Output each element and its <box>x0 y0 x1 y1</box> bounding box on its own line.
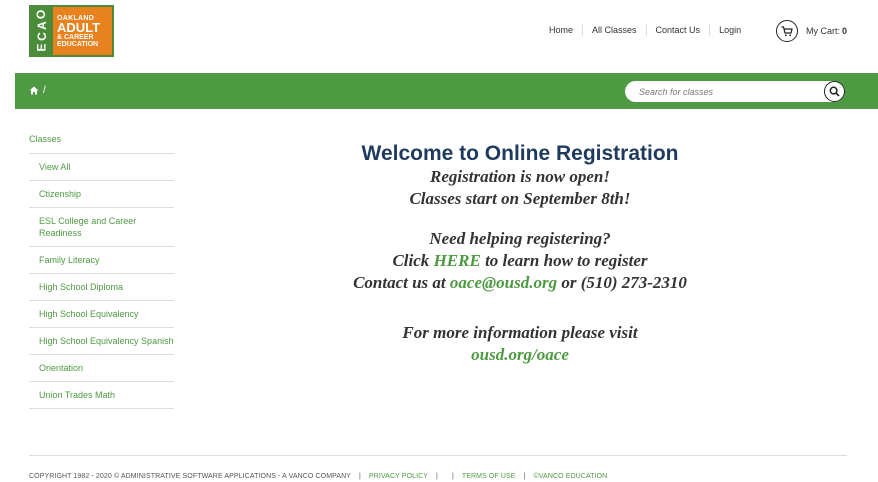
click-pre: Click <box>392 251 434 270</box>
breadcrumb-separator: / <box>43 85 46 96</box>
privacy-policy-link[interactable]: PRIVACY POLICY <box>369 473 428 480</box>
contact-line: Contact us at oace@ousd.org or (510) 273… <box>300 272 740 294</box>
footer-separator: | <box>436 473 438 480</box>
logo-text: OAKLAND ADULT & CAREER EDUCATION <box>53 7 112 55</box>
search-icon <box>829 86 840 97</box>
logo-letter: E <box>34 43 49 52</box>
cart-count: 0 <box>842 26 848 36</box>
footer-divider <box>29 455 847 456</box>
footer-separator: | <box>359 473 361 480</box>
contact-pre: Contact us at <box>353 273 450 292</box>
oace-logo[interactable]: O A C E OAKLAND ADULT & CAREER EDUCATION <box>29 5 114 57</box>
sidebar-item-view-all[interactable]: View All <box>29 154 174 181</box>
nav-all-classes-link[interactable]: All Classes <box>583 24 647 36</box>
header: O A C E OAKLAND ADULT & CAREER EDUCATION… <box>0 0 878 73</box>
copyright-text: COPYRIGHT 1982 - 2020 © ADMINISTRATIVE S… <box>29 473 351 480</box>
ousd-link[interactable]: ousd.org/oace <box>471 345 569 364</box>
sidebar-item-hs-equivalency[interactable]: High School Equivalency <box>29 301 174 328</box>
home-icon[interactable] <box>29 86 39 95</box>
nav-contact-link[interactable]: Contact Us <box>647 24 711 36</box>
top-nav: Home All Classes Contact Us Login <box>549 24 750 36</box>
sidebar-heading[interactable]: Classes <box>29 134 174 154</box>
nav-login-link[interactable]: Login <box>710 24 750 36</box>
here-link[interactable]: HERE <box>434 251 481 270</box>
sidebar-item-esl[interactable]: ESL College and Career Readiness <box>29 208 174 247</box>
main-content: Welcome to Online Registration Registrat… <box>300 142 740 366</box>
help-text: Need helping registering? <box>429 229 611 248</box>
click-post: to learn how to register <box>480 251 648 270</box>
logo-letter: A <box>34 21 49 30</box>
logo-letter: C <box>34 32 49 41</box>
registration-open-text: Registration is now open! <box>430 167 610 186</box>
click-here-line: Click HERE to learn how to register <box>300 250 740 272</box>
logo-letter: O <box>34 9 49 20</box>
cart-button[interactable]: My Cart: 0 <box>776 20 847 42</box>
logo-letters: O A C E <box>31 7 53 55</box>
more-info-text: For more information please visit <box>402 323 638 342</box>
logo-line4: EDUCATION <box>57 40 99 48</box>
logo-line3: & CAREER <box>57 33 94 41</box>
logo-line2: ADULT <box>57 19 101 35</box>
cart-label: My Cart: <box>806 26 841 36</box>
search-box <box>625 81 845 102</box>
sidebar-item-family-literacy[interactable]: Family Literacy <box>29 247 174 274</box>
contact-post: or (510) 273-2310 <box>557 273 687 292</box>
breadcrumb: / <box>29 85 46 96</box>
green-toolbar: / <box>15 73 878 109</box>
sidebar-item-citizenship[interactable]: Ctizenship <box>29 181 174 208</box>
email-link[interactable]: oace@ousd.org <box>450 273 557 292</box>
sidebar-item-union-trades-math[interactable]: Union Trades Math <box>29 382 174 409</box>
terms-of-use-link[interactable]: TERMS OF USE <box>462 473 516 480</box>
vanco-education-link[interactable]: ©VANCO EDUCATION <box>534 473 608 480</box>
sidebar-item-hs-equivalency-spanish[interactable]: High School Equivalency Spanish <box>29 328 174 355</box>
search-input[interactable] <box>625 86 805 97</box>
cart-icon[interactable] <box>776 20 798 42</box>
footer: COPYRIGHT 1982 - 2020 © ADMINISTRATIVE S… <box>29 473 607 480</box>
nav-home-link[interactable]: Home <box>549 24 584 36</box>
classes-start-text: Classes start on September 8th! <box>409 189 631 208</box>
classes-sidebar: Classes View All Ctizenship ESL College … <box>29 134 174 409</box>
search-button[interactable] <box>824 81 845 102</box>
footer-separator: | <box>451 473 454 480</box>
footer-separator: | <box>523 473 526 480</box>
page-title: Welcome to Online Registration <box>361 142 679 165</box>
sidebar-item-orientation[interactable]: Orientation <box>29 355 174 382</box>
sidebar-item-hs-diploma[interactable]: High School Diploma <box>29 274 174 301</box>
